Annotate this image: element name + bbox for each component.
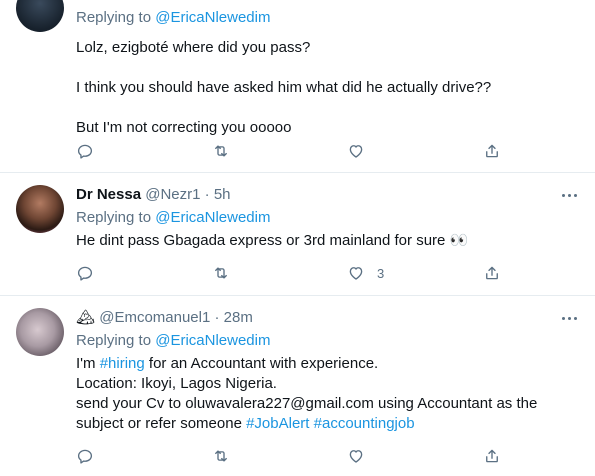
like-icon — [349, 450, 363, 463]
handle[interactable]: @Emcomanuel1 — [99, 309, 210, 326]
tweet-header: Dr Nessa @Nezr1 · 5h — [76, 185, 581, 205]
retweet-icon — [215, 267, 227, 279]
retweet-button[interactable] — [212, 141, 230, 161]
share-button[interactable] — [483, 141, 501, 161]
display-name[interactable]: Dr Nessa — [76, 186, 141, 203]
reply-context: Replying to @EricaNlewedim — [76, 8, 581, 28]
replying-to-handle[interactable]: @EricaNlewedim — [155, 332, 270, 349]
timestamp[interactable]: 5h — [214, 186, 231, 203]
share-icon — [486, 449, 498, 463]
share-button[interactable] — [483, 263, 501, 283]
hashtag-hiring[interactable]: #hiring — [100, 355, 145, 372]
reply-icon — [77, 266, 93, 281]
timestamp[interactable]: 28m — [224, 309, 253, 326]
retweet-icon — [215, 145, 227, 157]
replying-to-label: Replying to — [76, 9, 156, 26]
hashtag-accountingjob[interactable]: #accountingjob — [314, 415, 415, 432]
tweet-2[interactable]: Dr Nessa @Nezr1 · 5h Replying to @EricaN… — [0, 173, 595, 295]
tweet-actions — [76, 446, 516, 466]
replying-to-handle[interactable]: @EricaNlewedim — [155, 209, 270, 226]
tweet-text-line — [76, 58, 581, 78]
tweet-text: He dint pass Gbagada express or 3rd main… — [76, 232, 469, 249]
separator: · — [204, 186, 210, 203]
like-icon — [349, 145, 363, 158]
retweet-button[interactable] — [212, 446, 230, 466]
replying-to-label: Replying to — [76, 332, 156, 349]
reply-icon — [77, 449, 93, 464]
share-icon — [486, 144, 498, 158]
tweet-text-line — [76, 98, 581, 118]
display-name-emoji[interactable]: 🏔 — [76, 309, 95, 326]
tweet-actions — [76, 141, 516, 161]
reply-context: Replying to @EricaNlewedim — [76, 208, 581, 228]
replying-to-handle[interactable]: @EricaNlewedim — [155, 9, 270, 26]
like-icon — [349, 267, 363, 280]
retweet-button[interactable] — [212, 263, 230, 283]
reply-context: Replying to @EricaNlewedim — [76, 331, 581, 351]
tweet-text-line: Lolz, ezigboté where did you pass? — [76, 39, 311, 56]
reply-icon — [77, 144, 93, 159]
text-segment: subject or refer someone — [76, 415, 247, 432]
retweet-icon — [215, 450, 227, 462]
reply-button[interactable] — [76, 263, 94, 283]
text-segment: I'm — [76, 355, 100, 372]
tweet-text-line: I'm #hiring for an Accountant with exper… — [76, 354, 581, 374]
replying-to-label: Replying to — [76, 209, 156, 226]
like-count: 3 — [377, 265, 385, 281]
text-segment: for an Accountant with experience. — [144, 355, 379, 372]
separator: · — [214, 309, 220, 326]
avatar[interactable] — [16, 0, 64, 32]
avatar[interactable] — [16, 185, 64, 233]
reply-button[interactable] — [76, 446, 94, 466]
hashtag-jobalert[interactable]: #JobAlert — [246, 415, 309, 432]
like-button[interactable] — [347, 446, 365, 466]
tweet-3[interactable]: 🏔 @Emcomanuel1 · 28m Replying to @EricaN… — [0, 296, 595, 476]
like-button[interactable] — [347, 141, 365, 161]
tweet-1[interactable]: Replying to @EricaNlewedim Lolz, ezigbot… — [0, 0, 595, 172]
tweet-text-line: I think you should have asked him what d… — [76, 79, 492, 96]
tweet-text-line: Location: Ikoyi, Lagos Nigeria. — [76, 375, 277, 392]
tweet-header: 🏔 @Emcomanuel1 · 28m — [76, 308, 581, 328]
tweet-text-line: send your Cv to oluwavalera227@gmail.com… — [76, 395, 538, 412]
tweet-actions: 3 — [76, 263, 516, 283]
like-button[interactable]: 3 — [347, 263, 384, 283]
avatar[interactable] — [16, 308, 64, 356]
reply-button[interactable] — [76, 141, 94, 161]
handle[interactable]: @Nezr1 — [145, 186, 200, 203]
share-button[interactable] — [483, 446, 501, 466]
share-icon — [486, 266, 498, 280]
tweet-text-line: subject or refer someone #JobAlert #acco… — [76, 414, 581, 434]
tweet-text-line: But I'm not correcting you ooooo — [76, 119, 292, 136]
